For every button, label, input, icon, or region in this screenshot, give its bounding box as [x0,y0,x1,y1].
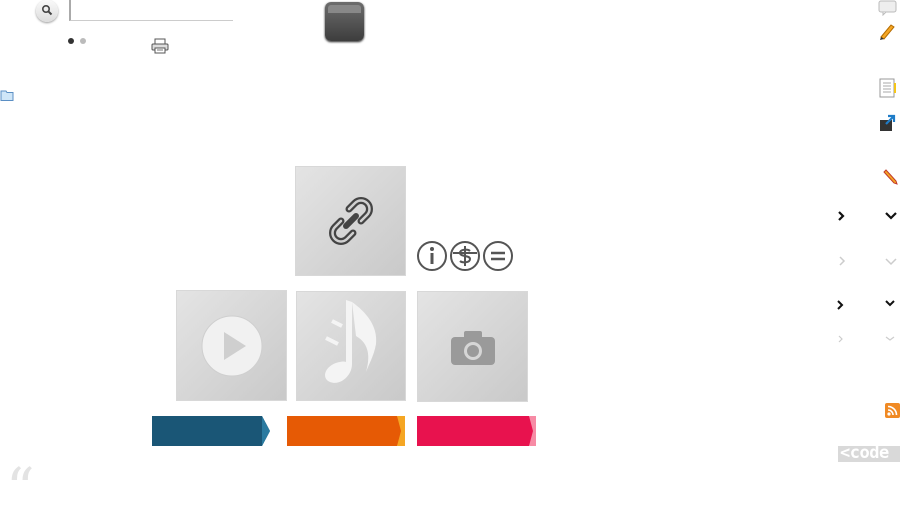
chevron-right-small-icon[interactable] [836,295,856,315]
rss-icon[interactable] [885,403,900,423]
chevron-right-faint-icon[interactable] [838,328,858,348]
link-tile[interactable] [295,166,406,276]
search-widget[interactable] [36,0,66,22]
music-note-icon [325,300,377,383]
pencil-icon[interactable] [878,22,898,42]
license-icons[interactable] [416,240,514,272]
search-icon[interactable] [36,0,58,22]
folder-icon[interactable] [0,87,14,101]
ribbon-orange[interactable] [287,416,405,446]
ribbon-blue[interactable] [152,416,270,446]
quote-mark: “ [6,457,35,522]
edit-pencil-icon[interactable] [882,168,900,188]
search-input[interactable] [69,0,233,21]
non-commercial-icon [450,241,480,271]
link-icon [328,197,373,245]
chevron-down-faint-icon[interactable] [885,327,900,347]
attribution-icon [417,241,447,271]
play-tile[interactable] [176,290,287,401]
export-icon[interactable] [879,114,899,134]
chevron-down-light-icon[interactable] [885,251,900,271]
chevron-down-icon[interactable] [885,206,900,226]
code-badge-label: <code [840,446,889,462]
chevron-down-small-icon[interactable] [885,293,900,313]
window-app-icon[interactable] [325,2,364,41]
document-list-icon[interactable] [879,78,899,98]
pagination-dots [68,38,90,46]
chevron-right-light-icon[interactable] [838,251,858,271]
print-icon[interactable] [151,38,169,54]
pagination-dot[interactable] [80,38,86,44]
chevron-right-icon[interactable] [836,206,856,226]
pagination-dot-active[interactable] [68,38,74,44]
comment-icon[interactable] [878,0,898,20]
camera-icon [450,330,495,365]
code-badge[interactable]: <code [838,446,900,462]
no-derivatives-icon [483,241,513,271]
play-icon [201,315,262,376]
music-tile[interactable] [296,291,406,401]
ribbon-pink[interactable] [417,416,536,446]
camera-tile[interactable] [417,291,528,402]
